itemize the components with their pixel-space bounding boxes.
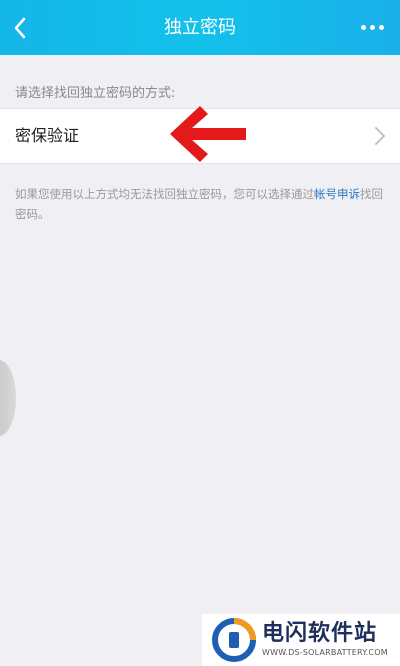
page-title: 独立密码 (164, 17, 236, 38)
prompt-text: 请选择找回独立密码的方式: (15, 86, 176, 101)
more-button[interactable] (352, 0, 392, 55)
red-arrow-left-icon (170, 106, 246, 162)
more-dot (378, 25, 384, 30)
option-label: 密保验证 (15, 126, 80, 145)
floating-side-handle[interactable] (0, 360, 16, 436)
hint-text: 如果您使用以上方式均无法找回独立密码，您可以选择通过帐号申诉找回密码。 (15, 184, 387, 224)
more-dot (369, 25, 375, 30)
watermark-name: 电闪软件站 (262, 621, 378, 646)
hint-prefix: 如果您使用以上方式均无法找回独立密码，您可以选择通过 (15, 187, 314, 201)
title-bar: 独立密码 (0, 0, 400, 55)
chevron-left-icon (14, 17, 26, 38)
chevron-right-icon (375, 127, 385, 145)
watermark: 电闪软件站 WWW.DS-SOLARBATTERY.COM (202, 614, 400, 666)
more-horizontal-icon (360, 25, 366, 30)
watermark-url: WWW.DS-SOLARBATTERY.COM (262, 648, 388, 657)
back-button[interactable] (0, 0, 40, 55)
watermark-logo (212, 618, 256, 662)
account-appeal-link[interactable]: 帐号申诉 (314, 187, 360, 201)
